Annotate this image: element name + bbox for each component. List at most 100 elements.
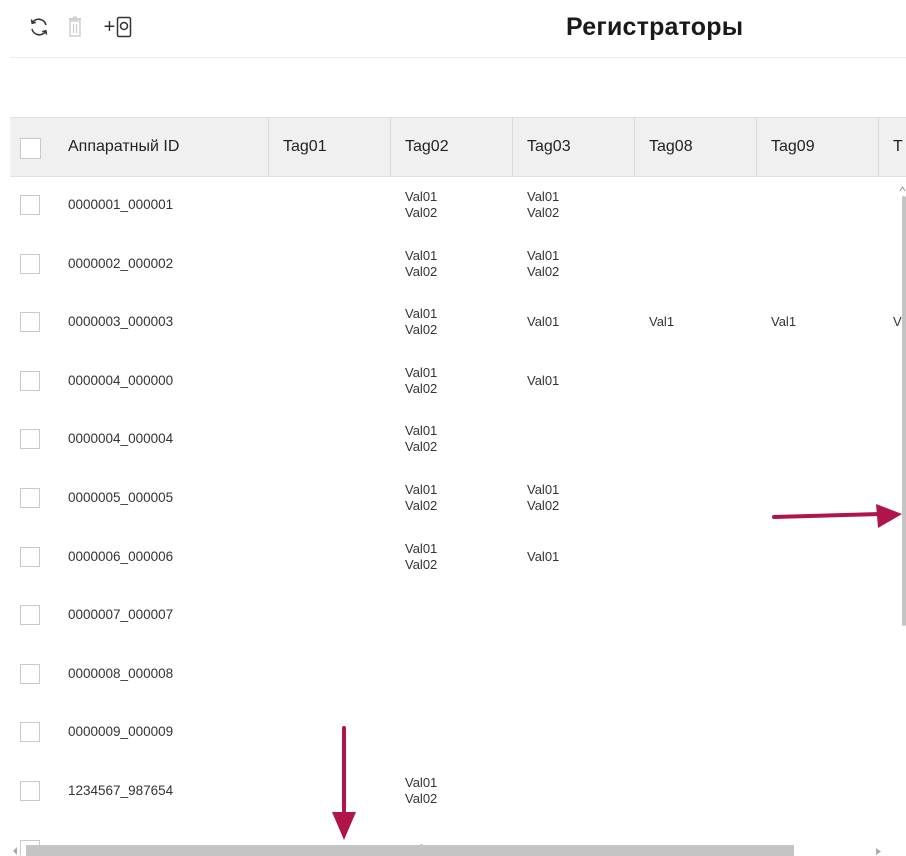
- cell-tag09: [757, 235, 879, 293]
- cell-tag09: [757, 645, 879, 703]
- row-checkbox[interactable]: [20, 488, 40, 508]
- cell-hardware-id: 0000001_000001: [54, 176, 269, 234]
- col-header-tag09[interactable]: Tag09: [757, 118, 879, 176]
- row-checkbox[interactable]: [20, 605, 40, 626]
- cell-tag08: [635, 469, 757, 527]
- add-label: +: [103, 15, 116, 38]
- select-all-checkbox[interactable]: [20, 138, 41, 159]
- col-header-tag08[interactable]: Tag08: [635, 118, 757, 176]
- cell-value: 0000006_000006: [68, 548, 174, 564]
- cell-tag03: Val01: [513, 528, 635, 586]
- cell-tag08: [635, 410, 757, 468]
- cell-tag01: [269, 586, 391, 644]
- row-checkbox[interactable]: [20, 663, 40, 684]
- cell-tag08: [635, 176, 757, 234]
- cell-hardware-id: 0000009_000009: [54, 703, 269, 761]
- annotation-arrow-right-icon: [772, 504, 902, 528]
- cell-value: Val01: [405, 540, 438, 556]
- row-checkbox[interactable]: [20, 370, 40, 391]
- cell-value: 0000007_000007: [68, 607, 174, 623]
- row-checkbox[interactable]: [20, 722, 40, 743]
- page-title: Регистраторы: [566, 13, 744, 41]
- vertical-scrollbar-thumb[interactable]: [902, 196, 906, 626]
- table-row[interactable]: 0000003_000003 Val01 Val02 Val01 Val1 Val1 V: [10, 293, 906, 351]
- cell-hardware-id: 0000008_000008: [54, 645, 269, 703]
- cell-tag03: [513, 703, 635, 761]
- col-header-tag02[interactable]: Tag02: [391, 118, 513, 176]
- add-device-button[interactable]: +: [98, 14, 138, 40]
- cell-hardware-id: 0000004_000000: [54, 352, 269, 410]
- table-row[interactable]: 0000004_000004 Val01 Val02: [10, 410, 906, 468]
- table-row[interactable]: 1234567_987654 Val01 Val02: [10, 762, 906, 820]
- cell-tag02: [391, 645, 513, 703]
- cell-value: Val01: [405, 306, 438, 322]
- cell-value: Val01: [405, 482, 438, 497]
- row-checkbox[interactable]: [20, 195, 40, 215]
- col-header-tag03[interactable]: Tag03: [513, 118, 635, 176]
- cell-tag03: [513, 410, 635, 468]
- scroll-left-arrow-icon[interactable]: [12, 846, 19, 856]
- cell-tag03: [513, 762, 635, 820]
- cell-tag08: [635, 235, 757, 293]
- cell-value: Val1: [649, 314, 675, 330]
- cell-next: [879, 762, 906, 820]
- cell-tag02: Val01 Val02: [391, 293, 513, 351]
- row-checkbox[interactable]: [20, 253, 40, 274]
- cell-value: Val01: [405, 364, 438, 380]
- table-row[interactable]: 0000004_000000 Val01 Val02 Val01: [10, 352, 906, 410]
- table-row[interactable]: 0000008_000008: [10, 645, 906, 703]
- cell-tag09: [757, 352, 879, 410]
- scroll-up-arrow-icon[interactable]: [899, 186, 906, 192]
- col-header-hardware-id[interactable]: Аппаратный ID: [54, 118, 269, 176]
- cell-tag08: Val1: [635, 293, 757, 351]
- cell-value: Val02: [405, 205, 438, 220]
- cell-tag08: [635, 762, 757, 820]
- cell-tag01: [269, 352, 391, 410]
- table-row[interactable]: 0000007_000007: [10, 586, 906, 644]
- table-row[interactable]: 0000001_000001 Val01 Val02 Val01 Val02: [10, 176, 906, 234]
- cell-next: [879, 821, 906, 856]
- row-checkbox[interactable]: [20, 312, 40, 333]
- trash-icon: [69, 16, 81, 37]
- cell-hardware-id: 0000004_000004: [54, 410, 269, 468]
- devices-grid: Аппаратный ID Tag01 Tag02 Tag03 Tag08 Ta…: [10, 117, 906, 856]
- cell-tag02: [391, 586, 513, 644]
- cell-next: [879, 645, 906, 703]
- table-row[interactable]: 0000002_000002 Val01 Val02 Val01 Val02: [10, 235, 906, 293]
- table-row[interactable]: 0000006_000006 Val01 Val02 Val01: [10, 528, 906, 586]
- cell-tag03: Val01: [513, 293, 635, 351]
- cell-value: Val01: [527, 314, 560, 330]
- cell-tag02: Val01 Val02: [391, 469, 513, 527]
- cell-tag03: Val01 Val02: [513, 469, 635, 527]
- cell-tag02: Val01 Val02: [391, 762, 513, 820]
- cell-value: Val02: [405, 380, 438, 396]
- cell-value: Val02: [527, 263, 560, 279]
- row-checkbox[interactable]: [20, 781, 40, 801]
- col-header-next[interactable]: T: [879, 118, 906, 176]
- scroll-right-arrow-icon[interactable]: [875, 847, 882, 856]
- refresh-icon: [30, 18, 48, 36]
- cell-hardware-id: 0000003_000003: [54, 293, 269, 351]
- cell-value: 0000009_000009: [68, 724, 174, 740]
- table-row[interactable]: 0000009_000009: [10, 703, 906, 761]
- horizontal-scrollbar-thumb[interactable]: [26, 845, 794, 856]
- row-checkbox[interactable]: [20, 546, 40, 567]
- cell-tag01: [269, 410, 391, 468]
- refresh-button[interactable]: [26, 14, 52, 40]
- cell-tag03: Val01: [513, 352, 635, 410]
- cell-tag01: [269, 645, 391, 703]
- cell-tag02: [391, 703, 513, 761]
- cell-tag09: [757, 176, 879, 234]
- cell-tag09: [757, 410, 879, 468]
- row-checkbox[interactable]: [20, 429, 40, 450]
- col-header-tag01[interactable]: Tag01: [269, 118, 391, 176]
- delete-button[interactable]: [62, 14, 88, 40]
- cell-tag02: Val01 Val02: [391, 528, 513, 586]
- cell-tag03: [513, 645, 635, 703]
- cell-value: Val02: [405, 498, 438, 513]
- cell-next: [879, 703, 906, 761]
- cell-hardware-id: 0000005_000005: [54, 469, 269, 527]
- cell-value: Val02: [405, 439, 438, 455]
- toolbar: +: [26, 12, 138, 42]
- cell-value: Val02: [405, 263, 438, 279]
